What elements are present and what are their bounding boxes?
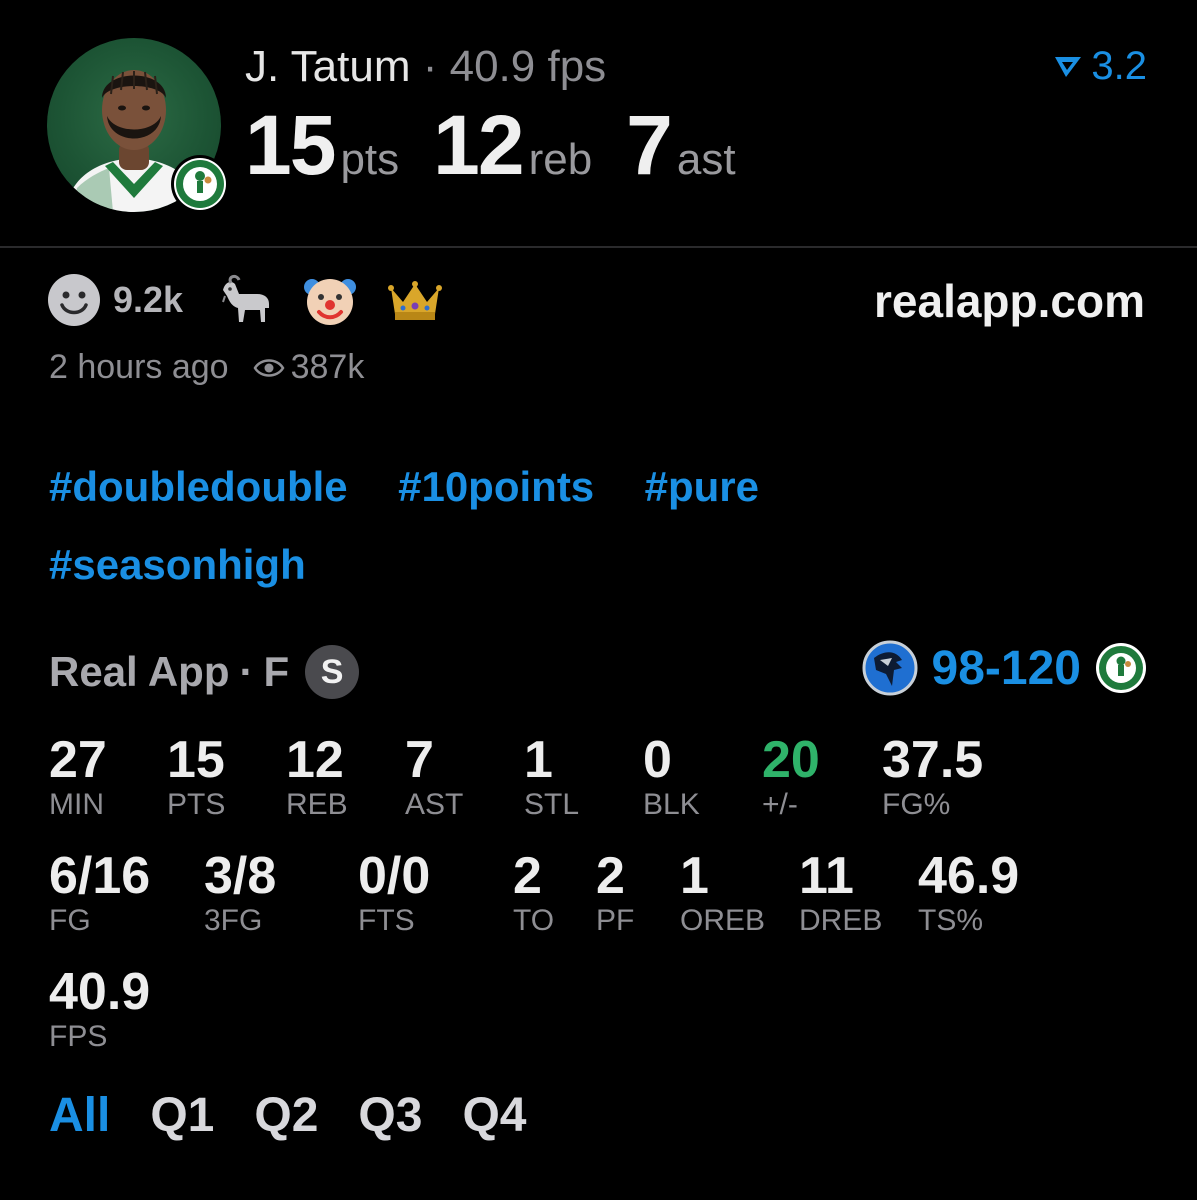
stat-label: FG bbox=[49, 904, 91, 937]
stat-label: FPS bbox=[49, 1020, 108, 1053]
reactions-bar: 9.2k bbox=[47, 272, 473, 328]
headline-rebounds-value: 12 bbox=[433, 98, 524, 192]
post-meta: 2 hours ago 387k bbox=[49, 348, 364, 387]
stat-value: 46.9 bbox=[918, 847, 1020, 905]
hashtag-pure[interactable]: #pure bbox=[645, 448, 759, 526]
stat-label: REB bbox=[286, 788, 348, 821]
stat-fps: 40.9 FPS bbox=[49, 964, 150, 1054]
stat-pts: 15 PTS bbox=[167, 732, 225, 822]
score-value: 98-120 bbox=[931, 641, 1081, 695]
tab-q1[interactable]: Q1 bbox=[150, 1088, 214, 1143]
rating-value: 3.2 bbox=[1091, 44, 1147, 88]
hashtag-seasonhigh[interactable]: #seasonhigh bbox=[49, 526, 306, 604]
stat-value: 27 bbox=[49, 731, 107, 789]
celtics-logo-icon bbox=[1096, 643, 1146, 693]
stat-label: AST bbox=[405, 788, 464, 821]
tab-q4[interactable]: Q4 bbox=[462, 1088, 526, 1143]
headline-assists-value: 7 bbox=[626, 98, 673, 192]
tab-q2[interactable]: Q2 bbox=[254, 1088, 318, 1143]
stat-label: TO bbox=[513, 904, 555, 937]
stat-label: +/- bbox=[762, 788, 798, 821]
time-ago: 2 hours ago bbox=[49, 348, 229, 386]
stat-value: 40.9 bbox=[49, 963, 151, 1021]
headline-rebounds-unit: reb bbox=[528, 135, 593, 184]
stat-value: 1 bbox=[524, 731, 553, 789]
stat-label: PF bbox=[596, 904, 635, 937]
stat-3fg: 3/8 3FG bbox=[204, 848, 276, 938]
stat-value: 6/16 bbox=[49, 847, 151, 905]
views-count: 387k bbox=[253, 348, 365, 387]
stat-value: 2 bbox=[513, 847, 542, 905]
stat-to: 2 TO bbox=[513, 848, 554, 938]
stat-value: 0 bbox=[643, 731, 672, 789]
stat-value: 12 bbox=[286, 731, 344, 789]
player-name: J. Tatum bbox=[245, 42, 411, 91]
mavericks-logo-icon bbox=[862, 640, 918, 696]
stat-blk: 0 BLK bbox=[643, 732, 700, 822]
stat-value: 15 bbox=[167, 731, 225, 789]
tab-q3[interactable]: Q3 bbox=[358, 1088, 422, 1143]
stat-min: 27 MIN bbox=[49, 732, 107, 822]
stat-pf: 2 PF bbox=[596, 848, 634, 938]
stat-reb: 12 REB bbox=[286, 732, 348, 822]
headline-points-value: 15 bbox=[245, 98, 336, 192]
stat-oreb: 1 OREB bbox=[680, 848, 765, 938]
separator: · bbox=[239, 648, 254, 695]
stat-label: STL bbox=[524, 788, 580, 821]
game-score[interactable]: 98-120 bbox=[862, 640, 1147, 696]
stat-ast: 7 AST bbox=[405, 732, 463, 822]
stat-fg: 6/16 FG bbox=[49, 848, 150, 938]
headline-points-unit: pts bbox=[340, 135, 400, 184]
stat-value: 1 bbox=[680, 847, 709, 905]
stat-stl: 1 STL bbox=[524, 732, 579, 822]
stat-value: 37.5 bbox=[882, 731, 984, 789]
stat-label: TS% bbox=[918, 904, 984, 937]
stat-fts: 0/0 FTS bbox=[358, 848, 430, 938]
stat-label: FTS bbox=[358, 904, 415, 937]
stat-value: 3/8 bbox=[204, 847, 277, 905]
stat-value: 20 bbox=[762, 731, 820, 789]
stat-label: DREB bbox=[799, 904, 883, 937]
separator: · bbox=[422, 42, 438, 91]
smiley-icon[interactable] bbox=[47, 273, 101, 327]
rating-badge[interactable]: 3.2 bbox=[1053, 44, 1147, 89]
stat-label: OREB bbox=[680, 904, 766, 937]
stat-value: 11 bbox=[799, 847, 854, 905]
stat-dreb: 11 DREB bbox=[799, 848, 882, 938]
headline-stats: 15 pts 12 reb 7 ast bbox=[245, 100, 770, 215]
stat-label: BLK bbox=[643, 788, 700, 821]
tab-all[interactable]: All bbox=[49, 1088, 110, 1143]
headline-assists-unit: ast bbox=[676, 135, 736, 184]
s-badge: S bbox=[305, 645, 360, 699]
stat-plus-minus: 20 +/- bbox=[762, 732, 820, 822]
stat-label: FG% bbox=[882, 788, 951, 821]
header-divider bbox=[0, 246, 1197, 248]
stat-label: PTS bbox=[167, 788, 226, 821]
stat-ts-pct: 46.9 TS% bbox=[918, 848, 1019, 938]
quarter-tabs: All Q1 Q2 Q3 Q4 bbox=[49, 1088, 566, 1143]
stat-fg-pct: 37.5 FG% bbox=[882, 732, 983, 822]
eye-icon bbox=[253, 358, 285, 377]
game-source[interactable]: Real App · F S bbox=[49, 645, 360, 699]
stat-value: 2 bbox=[596, 847, 625, 905]
game-status: F bbox=[263, 648, 290, 695]
rating-arrow-icon bbox=[1055, 56, 1082, 77]
source-name: Real App bbox=[49, 648, 230, 695]
goat-icon[interactable] bbox=[217, 274, 273, 326]
hashtag-doubledouble[interactable]: #doubledouble bbox=[49, 448, 348, 526]
clown-icon[interactable] bbox=[303, 273, 357, 327]
player-fps: 40.9 fps bbox=[449, 42, 607, 91]
stat-label: 3FG bbox=[204, 904, 263, 937]
player-title[interactable]: J. Tatum · 40.9 fps bbox=[245, 42, 606, 92]
crown-icon[interactable] bbox=[387, 278, 443, 322]
hashtag-10points[interactable]: #10points bbox=[398, 448, 594, 526]
stat-value: 7 bbox=[405, 731, 434, 789]
celtics-logo-icon bbox=[174, 158, 226, 210]
site-link[interactable]: realapp.com bbox=[874, 274, 1145, 328]
stat-label: MIN bbox=[49, 788, 104, 821]
reaction-count: 9.2k bbox=[113, 279, 184, 320]
hashtags: #doubledouble #10points #pure #seasonhig… bbox=[49, 448, 1049, 604]
views-value: 387k bbox=[290, 348, 365, 386]
stat-value: 0/0 bbox=[358, 847, 431, 905]
